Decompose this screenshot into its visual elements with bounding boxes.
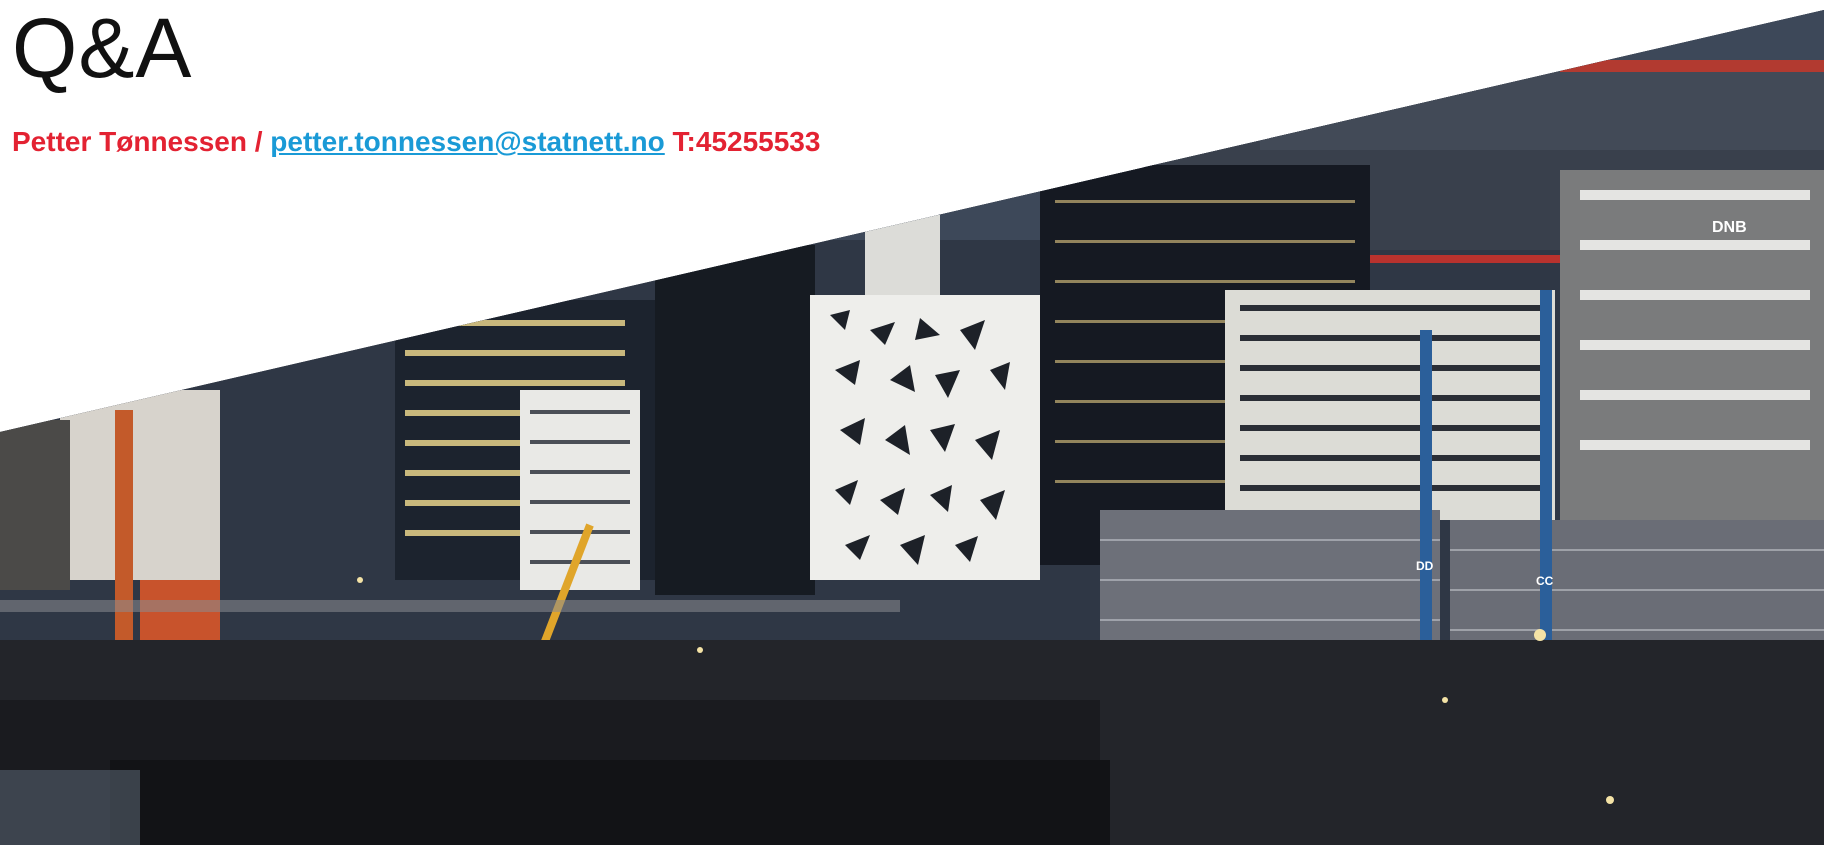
slide-title: Q&A [12,1,193,95]
building-sign-dnb: DNB [1712,219,1747,236]
slide: DNB DD CC Q&A Petter Tønnessen / petter.… [0,0,1824,845]
crane-mark-dd: DD [1416,559,1434,573]
contact-separator: / [246,126,271,157]
contact-phone-text: T:45255533 [672,126,821,157]
contact-phone: T:45255533 [665,126,821,157]
contact-name: Petter Tønnessen [12,126,247,157]
crane-mark-cc: CC [1536,574,1554,588]
contact-line: Petter Tønnessen / petter.tonnessen@stat… [12,126,820,158]
contact-email-link[interactable]: petter.tonnessen@statnett.no [270,126,664,157]
